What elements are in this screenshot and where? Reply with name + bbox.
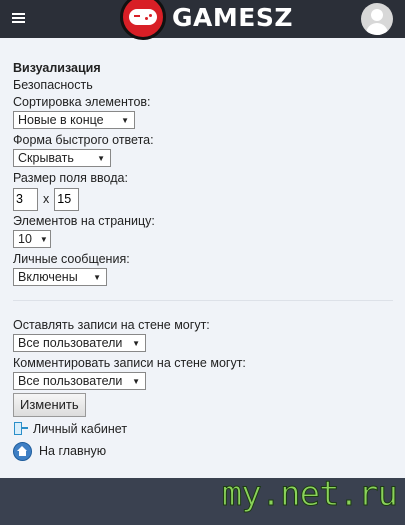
sort-select[interactable]: Новые в конце ▼ [13, 111, 135, 129]
wall-post-label: Оставлять записи на стене могут: [13, 318, 210, 332]
security-link[interactable]: Безопасность [13, 77, 393, 94]
home-link-label: На главную [39, 444, 107, 458]
dropdown-arrow-icon: ▼ [132, 338, 140, 348]
home-link[interactable]: На главную [13, 439, 393, 463]
wall-comment-select[interactable]: Все пользователи ▼ [13, 372, 146, 390]
sort-value: Новые в конце [18, 113, 104, 127]
per-page-select[interactable]: 10 ▼ [13, 230, 51, 248]
input-size-label: Размер поля ввода: [13, 171, 128, 185]
quick-reply-value: Скрывать [18, 151, 74, 165]
site-logo[interactable]: GAMESZ [120, 0, 293, 40]
home-icon [13, 441, 32, 461]
section-title: Визуализация [13, 61, 101, 75]
wall-comment-value: Все пользователи [18, 374, 123, 388]
wall-post-select[interactable]: Все пользователи ▼ [13, 334, 146, 352]
cabinet-link[interactable]: Личный кабинет [13, 419, 393, 439]
cabinet-link-label: Личный кабинет [33, 422, 128, 436]
watermark: my.net.ru [221, 474, 398, 515]
input-cols-field[interactable] [54, 187, 80, 211]
settings-form: Визуализация Безопасность Сортировка эле… [13, 60, 393, 463]
dropdown-arrow-icon: ▼ [39, 234, 48, 244]
size-separator: x [43, 192, 50, 206]
messages-value: Включены [18, 270, 78, 284]
divider [13, 300, 393, 301]
input-rows-field[interactable] [13, 187, 38, 211]
wall-comment-label: Комментировать записи на стене могут: [13, 356, 246, 370]
logo-text: GAMESZ [172, 2, 293, 32]
submit-button[interactable]: Изменить [13, 393, 86, 417]
messages-label: Личные сообщения: [13, 252, 130, 266]
gamepad-icon [120, 0, 166, 40]
input-size-fields: x [13, 187, 393, 211]
wall-post-value: Все пользователи [18, 336, 123, 350]
quick-reply-select[interactable]: Скрывать ▼ [13, 149, 111, 167]
per-page-value: 10 [18, 232, 32, 246]
messages-select[interactable]: Включены ▼ [13, 268, 107, 286]
sort-label: Сортировка элементов: [13, 95, 151, 109]
dropdown-arrow-icon: ▼ [93, 272, 101, 282]
menu-icon[interactable] [12, 13, 25, 23]
top-header: GAMESZ [0, 0, 405, 40]
dropdown-arrow-icon: ▼ [121, 115, 129, 125]
dropdown-arrow-icon: ▼ [132, 376, 140, 386]
quick-reply-label: Форма быстрого ответа: [13, 133, 154, 147]
exit-door-icon [13, 421, 29, 437]
user-avatar[interactable] [361, 3, 393, 35]
dropdown-arrow-icon: ▼ [97, 153, 105, 163]
per-page-label: Элементов на страницу: [13, 214, 155, 228]
